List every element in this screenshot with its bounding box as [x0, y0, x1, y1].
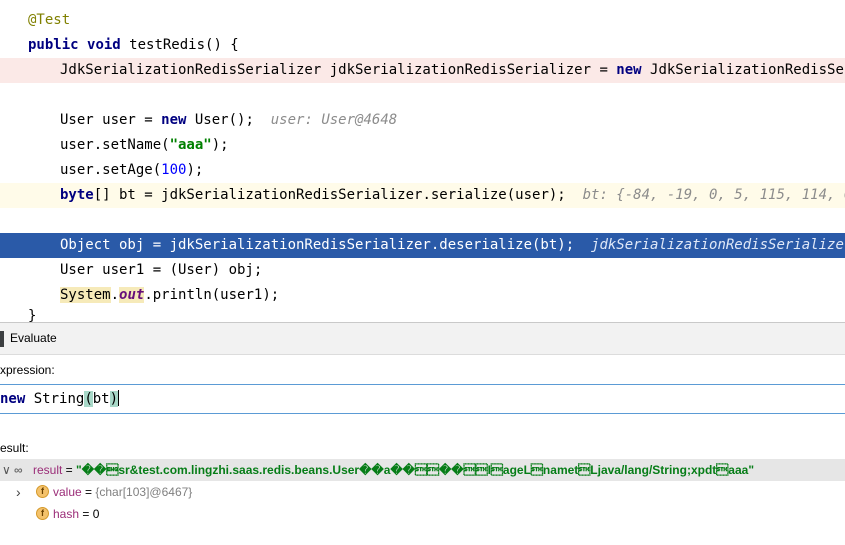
code-text: );	[211, 137, 229, 153]
keyword-new: new	[161, 112, 187, 128]
field-icon: f	[36, 507, 49, 520]
code-line-highlighted: byte[] bt = jdkSerializationRedisSeriali…	[0, 183, 845, 208]
inline-debug-hint: jdkSerializationRedisSerializer: Jd	[591, 237, 845, 253]
code-line: user.setName("aaa");	[0, 133, 845, 158]
code-text: user.setName(	[60, 137, 170, 153]
field-name: hash	[53, 507, 80, 521]
keyword-byte: byte	[60, 187, 94, 203]
code-text: User user =	[60, 112, 162, 128]
code-text: User();	[186, 112, 254, 128]
current-execution-line: Object obj = jdkSerializationRedisSerial…	[0, 233, 845, 258]
tree-row-value[interactable]: › f value = {char[103]@6467}	[0, 481, 845, 503]
code-text: JdkSerializationRedisSeriali	[650, 62, 845, 78]
code-line: user.setAge(100);	[0, 158, 845, 183]
field-value: 0	[92, 507, 100, 521]
field-icon: f	[36, 485, 49, 498]
code-text: );	[186, 162, 204, 178]
code-line-breakpoint: JdkSerializationRedisSerializer jdkSeria…	[0, 58, 845, 83]
expression-text: String	[25, 391, 85, 407]
code-text: User user1 = (User) obj;	[60, 262, 263, 278]
result-tree-row[interactable]: ∨ ∞ result = "��sr&test.com.lingzhi.saa…	[0, 459, 845, 481]
expression-input[interactable]: new String(bt)	[0, 384, 845, 414]
evaluate-panel: Evaluate xpression: new String(bt) esult…	[0, 322, 845, 545]
keyword-new: new	[616, 62, 642, 78]
code-text: Object obj = jdkSerializationRedisSerial…	[60, 237, 575, 253]
code-text: [] bt = jdkSerializationRedisSerializer.…	[93, 187, 566, 203]
evaluate-header: Evaluate	[0, 322, 845, 355]
result-name: result	[33, 463, 63, 477]
field-name: value	[53, 485, 82, 499]
code-text: .	[110, 287, 120, 303]
field-value: {char[103]@6467}	[95, 485, 193, 499]
code-text: JdkSerializationRedisSerializer jdkSeria…	[60, 62, 617, 78]
annotation-test: @Test	[28, 12, 71, 28]
inline-debug-hint: user: User@4648	[270, 112, 398, 128]
equals-sign: =	[81, 485, 96, 499]
expression-arg: bt	[92, 391, 110, 407]
paren-close: )	[109, 391, 119, 407]
expand-icon[interactable]: ›	[16, 481, 21, 503]
panel-marker	[0, 331, 4, 347]
keyword-void: void	[87, 37, 121, 53]
code-line: System.out.println(user1);	[0, 283, 845, 308]
method-signature: testRedis() {	[120, 37, 239, 53]
expression-keyword: new	[0, 391, 26, 407]
code-editor[interactable]: @Test public void testRedis() { JdkSeria…	[0, 0, 845, 322]
closing-brace: }	[28, 308, 37, 322]
watch-result-icon: ∞	[14, 463, 23, 477]
result-label: esult:	[0, 441, 29, 455]
code-line: User user = new User(); user: User@4648	[0, 108, 845, 133]
expression-label: xpression:	[0, 363, 55, 377]
identifier-system: System	[60, 287, 111, 303]
code-text: .println(user1);	[144, 287, 280, 303]
text-cursor	[118, 390, 120, 406]
code-line: User user1 = (User) obj;	[0, 258, 845, 283]
code-line: @Test	[0, 8, 845, 33]
identifier-out: out	[119, 287, 145, 303]
keyword-public: public	[28, 37, 79, 53]
string-literal: "aaa"	[169, 137, 212, 153]
result-value: "��sr&test.com.lingzhi.saas.redis.beans…	[76, 463, 755, 477]
number-literal: 100	[161, 162, 187, 178]
paren-open: (	[84, 391, 93, 407]
code-line: public void testRedis() {	[0, 33, 845, 58]
equals-sign: =	[62, 463, 77, 477]
collapse-icon[interactable]: ∨	[2, 459, 11, 481]
inline-debug-hint: bt: {-84, -19, 0, 5, 115, 114, 0, 38	[582, 187, 845, 203]
evaluate-title: Evaluate	[10, 331, 57, 345]
equals-sign: =	[79, 507, 93, 521]
tree-row-hash[interactable]: f hash = 0	[0, 503, 845, 525]
code-text: user.setAge(	[60, 162, 162, 178]
